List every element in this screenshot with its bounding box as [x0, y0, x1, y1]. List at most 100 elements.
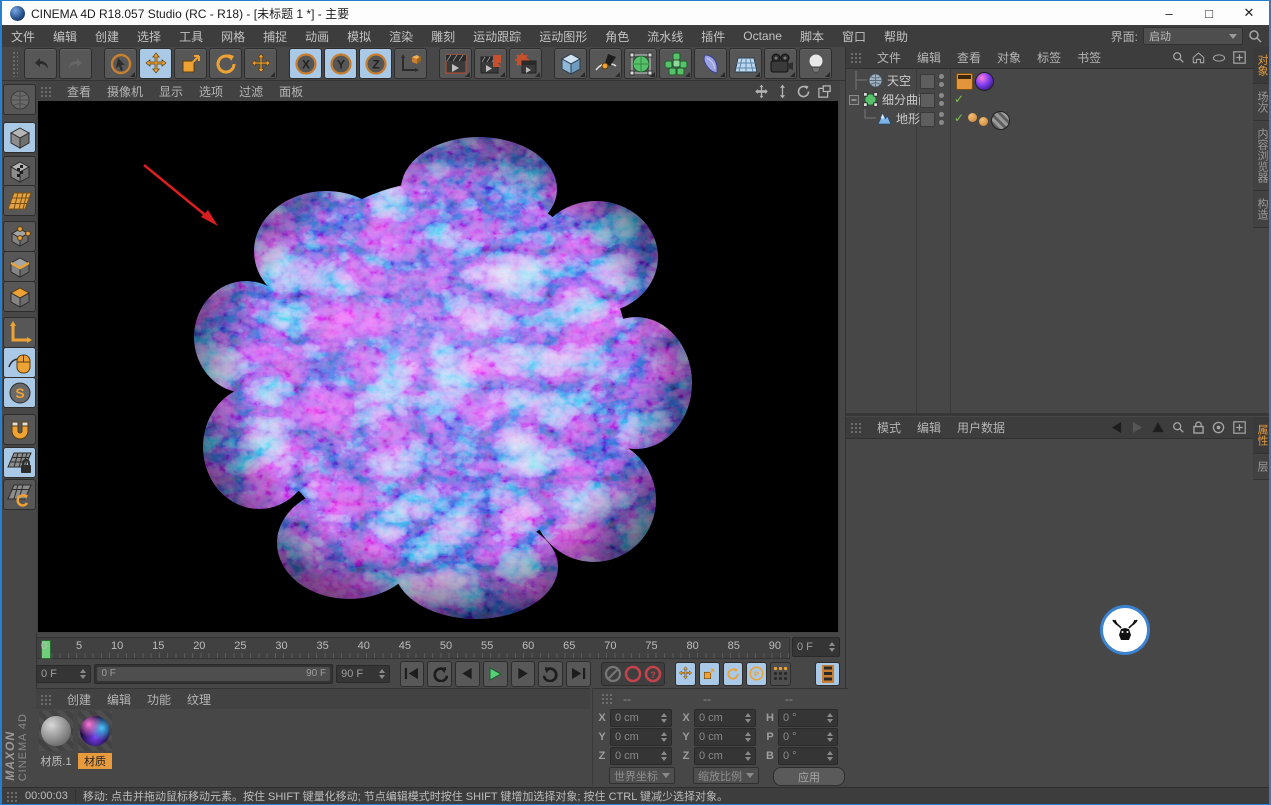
size-z-field[interactable]: 0 cm	[694, 747, 756, 765]
sky-layer-swatch[interactable]	[920, 74, 935, 89]
size-y-field[interactable]: 0 cm	[694, 728, 756, 746]
timeline-frame-field[interactable]: 0 F	[792, 637, 840, 659]
viewport-menu-display[interactable]: 显示	[151, 83, 191, 100]
snap-button[interactable]: S	[3, 377, 36, 408]
viewport-menu-panel[interactable]: 面板	[271, 83, 311, 100]
landscape-layer-swatch[interactable]	[920, 112, 935, 127]
om-add-icon[interactable]	[1233, 51, 1246, 64]
menu-character[interactable]: 角色	[596, 28, 638, 45]
menu-octane[interactable]: Octane	[734, 29, 791, 43]
mat-menu-create[interactable]: 创建	[59, 691, 99, 708]
next-frame-button[interactable]	[511, 661, 536, 687]
landscape-visibility-dots[interactable]	[939, 112, 944, 125]
move-tool-button[interactable]	[139, 48, 172, 79]
title-bar[interactable]: CINEMA 4D R18.057 Studio (RC - R18) - [未…	[2, 0, 1269, 25]
menu-render[interactable]: 渲染	[380, 28, 422, 45]
am-search-icon[interactable]	[1172, 421, 1185, 434]
redo-button[interactable]	[59, 48, 92, 79]
menu-script[interactable]: 脚本	[791, 28, 833, 45]
tab-structure[interactable]: 构造	[1253, 191, 1271, 228]
object-manager-grip[interactable]	[850, 52, 863, 63]
menu-create[interactable]: 创建	[86, 28, 128, 45]
last-tool-button[interactable]	[244, 48, 277, 79]
close-button[interactable]: ✕	[1229, 2, 1269, 25]
make-editable-button[interactable]	[3, 84, 36, 115]
am-back-icon[interactable]	[1110, 422, 1123, 433]
om-menu-edit[interactable]: 编辑	[909, 49, 949, 66]
material-item-1[interactable]: 材质.1	[39, 711, 73, 769]
previous-frame-button[interactable]	[455, 661, 480, 687]
model-mode-button[interactable]	[3, 122, 36, 153]
am-lock-icon[interactable]	[1193, 421, 1204, 434]
tweak-mode-button[interactable]	[3, 347, 36, 378]
search-icon[interactable]	[1248, 29, 1263, 44]
rotation-b-field[interactable]: 0 °	[778, 747, 838, 765]
mat-menu-texture[interactable]: 纹理	[179, 691, 219, 708]
viewport-toggle-icon[interactable]	[817, 84, 832, 99]
menu-tools[interactable]: 工具	[170, 28, 212, 45]
am-target-icon[interactable]	[1212, 421, 1225, 434]
y-axis-lock-button[interactable]: Y	[324, 48, 357, 79]
tab-content-browser[interactable]: 内容浏览器	[1253, 121, 1271, 191]
mat-menu-function[interactable]: 功能	[139, 691, 179, 708]
next-key-button[interactable]	[538, 661, 563, 687]
om-home-icon[interactable]	[1192, 51, 1205, 64]
am-menu-mode[interactable]: 模式	[869, 419, 909, 436]
position-y-field[interactable]: 0 cm	[610, 728, 672, 746]
om-menu-objects[interactable]: 对象	[989, 49, 1029, 66]
om-menu-file[interactable]: 文件	[869, 49, 909, 66]
am-menu-edit[interactable]: 编辑	[909, 419, 949, 436]
coordinate-system-dropdown[interactable]: 世界坐标	[609, 767, 675, 784]
bend-deformer-button[interactable]	[694, 48, 727, 79]
subdivision-enabled-check[interactable]: ✓	[954, 92, 964, 106]
z-axis-lock-button[interactable]: Z	[359, 48, 392, 79]
workplane-rotate-button[interactable]	[3, 479, 36, 510]
om-menu-bookmarks[interactable]: 书签	[1069, 49, 1109, 66]
apply-button[interactable]: 应用	[773, 767, 845, 786]
am-add-icon[interactable]	[1233, 421, 1246, 434]
landscape-phong-tag-2[interactable]	[979, 117, 988, 126]
menu-sculpt[interactable]: 雕刻	[422, 28, 464, 45]
toolbar-grip[interactable]	[12, 51, 18, 77]
sky-visibility-dots[interactable]	[939, 74, 944, 87]
keyframe-selection-button[interactable]	[815, 662, 840, 686]
subdivision-layer-swatch[interactable]	[920, 93, 935, 108]
points-mode-button[interactable]	[3, 221, 36, 252]
sky-compositing-tag[interactable]	[956, 73, 973, 90]
cube-primitive-button[interactable]	[554, 48, 587, 79]
rotate-tool-button[interactable]	[209, 48, 242, 79]
goto-start-button[interactable]	[400, 661, 425, 687]
landscape-material-tag[interactable]	[991, 111, 1010, 130]
menu-select[interactable]: 选择	[128, 28, 170, 45]
play-button[interactable]	[483, 661, 508, 687]
timeline-ruler[interactable]: 051015202530354045505560657075808590	[36, 637, 790, 659]
tab-layers[interactable]: 层	[1253, 454, 1271, 480]
current-frame-field[interactable]: 0 F	[36, 665, 91, 683]
key-pla-toggle[interactable]	[770, 662, 791, 686]
subdivision-visibility-dots[interactable]	[939, 93, 944, 106]
menu-simulate[interactable]: 模拟	[338, 28, 380, 45]
render-view-button[interactable]	[439, 48, 472, 79]
viewport-pan-icon[interactable]	[754, 84, 769, 99]
menu-plugins[interactable]: 插件	[692, 28, 734, 45]
om-menu-view[interactable]: 查看	[949, 49, 989, 66]
menu-mesh[interactable]: 网格	[212, 28, 254, 45]
previous-key-button[interactable]	[427, 661, 452, 687]
magnet-button[interactable]	[3, 414, 36, 445]
key-position-toggle[interactable]	[675, 662, 696, 686]
floor-button[interactable]	[729, 48, 762, 79]
polygons-mode-button[interactable]	[3, 281, 36, 312]
scale-tool-button[interactable]	[174, 48, 207, 79]
viewport-menu-filter[interactable]: 过滤	[231, 83, 271, 100]
goto-end-button[interactable]	[566, 661, 591, 687]
maximize-button[interactable]: □	[1189, 2, 1229, 25]
collapse-expander-icon[interactable]	[849, 95, 859, 105]
viewport-rotate-icon[interactable]	[796, 84, 811, 99]
frame-spinner[interactable]	[829, 642, 835, 652]
menu-pipeline[interactable]: 流水线	[638, 28, 692, 45]
workplane-mode-button[interactable]	[3, 185, 36, 216]
key-rotation-toggle[interactable]	[723, 662, 744, 686]
material-grip[interactable]	[40, 694, 53, 705]
menu-snap[interactable]: 捕捉	[254, 28, 296, 45]
size-x-field[interactable]: 0 cm	[694, 709, 756, 727]
